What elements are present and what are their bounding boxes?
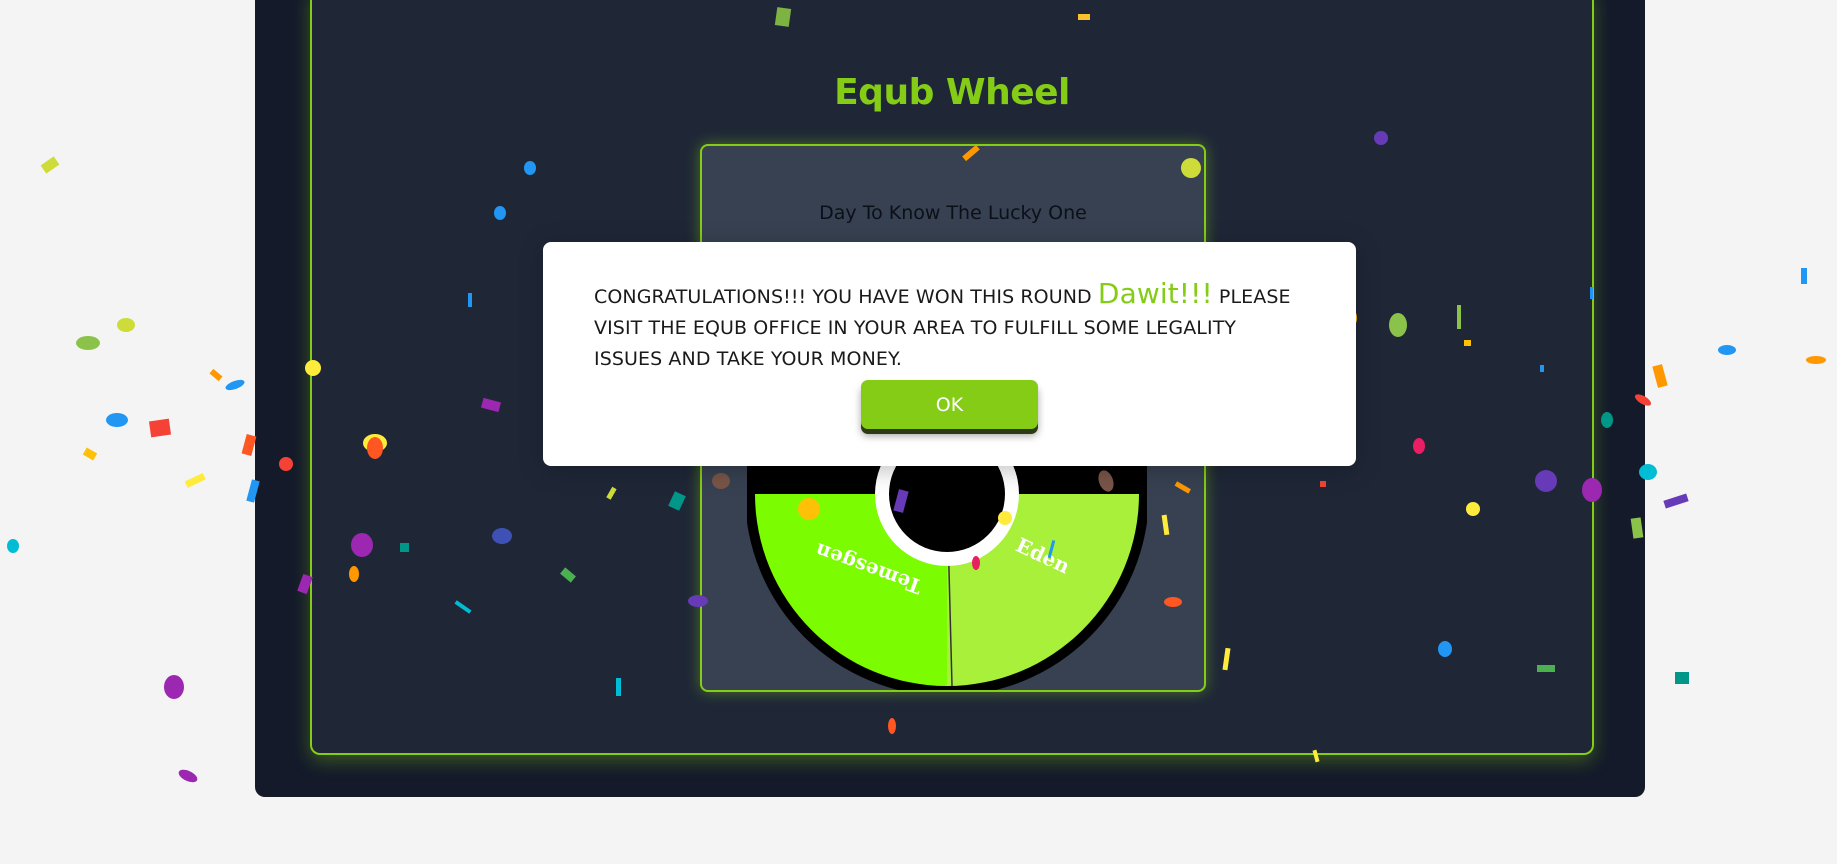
modal-message: CONGRATULATIONS!!! YOU HAVE WON THIS ROU…	[594, 278, 1294, 375]
congratulations-modal: CONGRATULATIONS!!! YOU HAVE WON THIS ROU…	[543, 242, 1356, 466]
wheel-card-heading: Day To Know The Lucky One	[819, 202, 1087, 224]
ok-button[interactable]: OK	[861, 380, 1038, 429]
winner-name: Dawit!!!	[1097, 277, 1213, 310]
page-title: Equb Wheel	[834, 72, 1070, 113]
message-prefix: CONGRATULATIONS!!! YOU HAVE WON THIS ROU…	[594, 286, 1098, 308]
